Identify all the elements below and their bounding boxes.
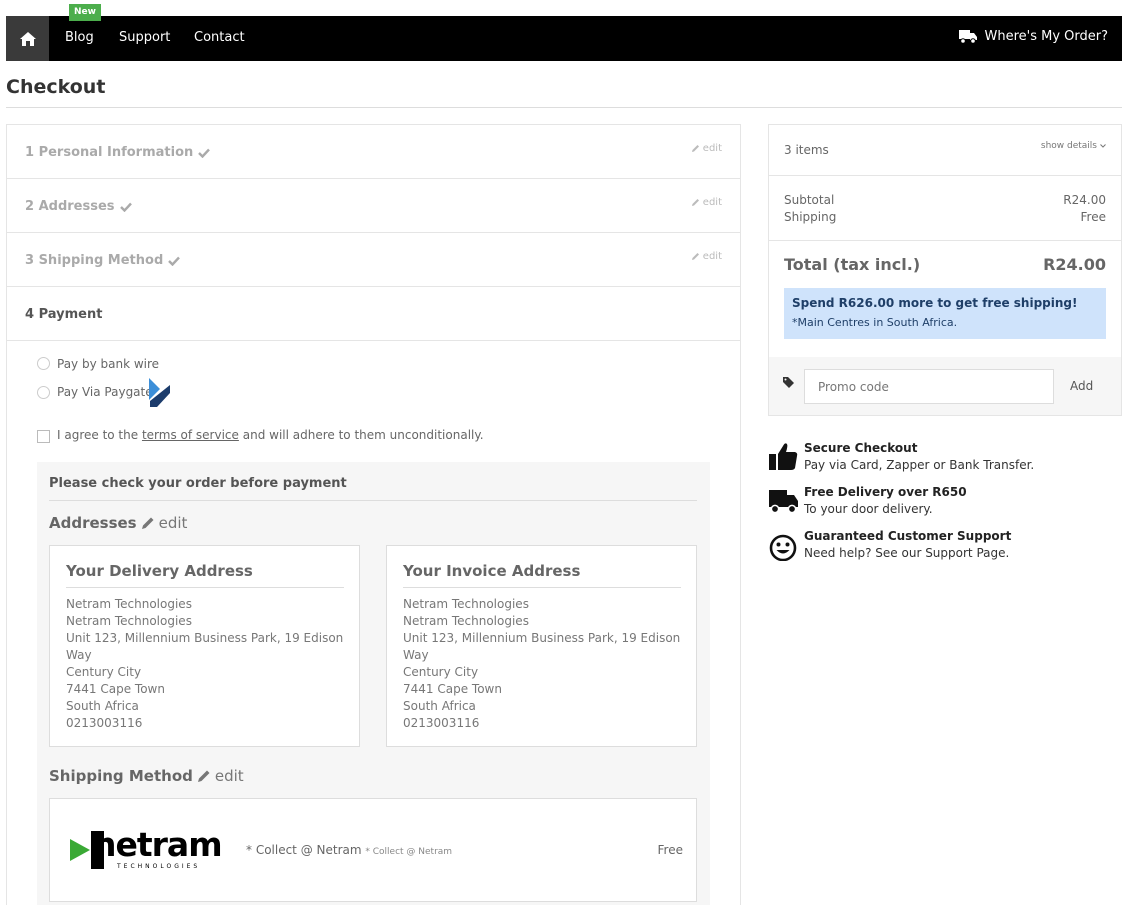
bank-wire-label[interactable]: Pay by bank wire xyxy=(57,357,159,371)
delivery-address-title: Your Delivery Address xyxy=(66,562,253,580)
order-review-panel: Please check your order before payment A… xyxy=(37,462,710,905)
nav-support[interactable]: Support xyxy=(119,30,170,45)
wheres-my-order-link[interactable]: Where's My Order? xyxy=(959,29,1108,44)
step-edit-link[interactable]: edit xyxy=(691,197,722,208)
nav-blog[interactable]: Blog xyxy=(65,30,94,45)
items-count: 3 items xyxy=(784,143,829,157)
addresses-section-title: Addresses edit xyxy=(49,514,188,532)
total-value: R24.00 xyxy=(1043,255,1106,274)
reassurance-customer-support: Guaranteed Customer Support Need help? S… xyxy=(768,529,1122,569)
addresses-edit-link[interactable]: edit xyxy=(159,514,188,532)
step-title: 4 Payment xyxy=(25,307,103,322)
nav-contact[interactable]: Contact xyxy=(194,30,245,45)
page-title: Checkout xyxy=(6,76,106,98)
free-shipping-note: *Main Centres in South Africa. xyxy=(792,316,958,329)
pencil-icon xyxy=(141,517,154,529)
check-icon xyxy=(168,256,181,266)
check-icon xyxy=(119,202,132,212)
promo-area: Add xyxy=(769,357,1121,415)
truck-icon xyxy=(959,30,978,44)
divider xyxy=(769,175,1121,176)
top-navbar: New Blog Support Contact Where's My Orde… xyxy=(6,4,1122,61)
step-shipping-method[interactable]: 3 Shipping Method edit xyxy=(7,233,740,287)
reassurance-free-delivery: Free Delivery over R650 To your door del… xyxy=(768,485,1122,525)
tag-icon xyxy=(783,377,794,388)
paygate-label[interactable]: Pay Via Paygate xyxy=(57,385,153,399)
shipping-value: Free xyxy=(1080,210,1106,224)
paygate-radio[interactable] xyxy=(37,386,50,399)
step-title: 2 Addresses xyxy=(25,199,132,214)
invoice-address-lines: Netram Technologies Netram Technologies … xyxy=(403,597,681,730)
chevron-down-icon xyxy=(1100,144,1106,148)
free-shipping-notice: Spend R626.00 more to get free shipping!… xyxy=(784,288,1106,339)
shipping-label: Shipping xyxy=(784,210,837,224)
thumbs-up-icon xyxy=(769,443,798,470)
smiley-icon xyxy=(769,534,797,561)
shipping-edit-link[interactable]: edit xyxy=(215,767,244,785)
pencil-icon xyxy=(691,145,699,152)
step-payment: 4 Payment xyxy=(7,287,740,341)
step-title: 1 Personal Information xyxy=(25,145,211,160)
invoice-address-card: Your Invoice Address Netram Technologies… xyxy=(386,545,697,747)
step-personal-information[interactable]: 1 Personal Information edit xyxy=(7,125,740,179)
step-edit-link[interactable]: edit xyxy=(691,143,722,154)
total-label: Total (tax incl.) xyxy=(784,255,921,274)
divider xyxy=(403,587,681,588)
divider xyxy=(769,240,1121,241)
promo-add-button[interactable]: Add xyxy=(1070,379,1093,393)
home-icon xyxy=(19,31,36,46)
pencil-icon xyxy=(691,199,699,206)
order-summary: 3 items show details Subtotal R24.00 Shi… xyxy=(768,124,1122,416)
order-review-heading: Please check your order before payment xyxy=(49,476,347,491)
shipping-method-card: netram TECHNOLOGIES * Collect @ Netram *… xyxy=(49,798,697,902)
terms-of-service-link[interactable]: terms of service xyxy=(142,428,239,442)
divider xyxy=(49,500,697,501)
terms-checkbox[interactable] xyxy=(37,430,50,443)
free-shipping-message: Spend R626.00 more to get free shipping! xyxy=(792,296,1078,310)
pencil-icon xyxy=(197,770,210,782)
shipping-method-section-title: Shipping Method edit xyxy=(49,767,244,785)
home-button[interactable] xyxy=(6,16,49,61)
reassurance-secure-checkout: Secure Checkout Pay via Card, Zapper or … xyxy=(768,441,1122,481)
show-details-toggle[interactable]: show details xyxy=(1041,141,1106,151)
new-badge: New xyxy=(69,4,101,21)
carrier-name: * Collect @ Netram * Collect @ Netram xyxy=(246,843,453,857)
subtotal-value: R24.00 xyxy=(1063,193,1106,207)
netram-logo: netram TECHNOLOGIES xyxy=(70,825,225,873)
title-divider xyxy=(6,107,1122,108)
invoice-address-title: Your Invoice Address xyxy=(403,562,581,580)
delivery-address-card: Your Delivery Address Netram Technologie… xyxy=(49,545,360,747)
terms-text: I agree to the terms of service and will… xyxy=(57,428,484,442)
step-title: 3 Shipping Method xyxy=(25,253,181,268)
divider xyxy=(66,587,344,588)
wheres-my-order-label: Where's My Order? xyxy=(984,29,1108,44)
check-icon xyxy=(198,148,211,158)
step-addresses[interactable]: 2 Addresses edit xyxy=(7,179,740,233)
paygate-logo-icon xyxy=(149,378,170,407)
delivery-address-lines: Netram Technologies Netram Technologies … xyxy=(66,597,344,730)
promo-code-input[interactable] xyxy=(804,369,1054,404)
pencil-icon xyxy=(691,253,699,260)
carrier-price: Free xyxy=(657,843,683,857)
subtotal-label: Subtotal xyxy=(784,193,835,207)
play-arrow-icon xyxy=(70,839,90,861)
step-edit-link[interactable]: edit xyxy=(691,251,722,262)
truck-icon xyxy=(769,490,798,514)
bank-wire-radio[interactable] xyxy=(37,357,50,370)
